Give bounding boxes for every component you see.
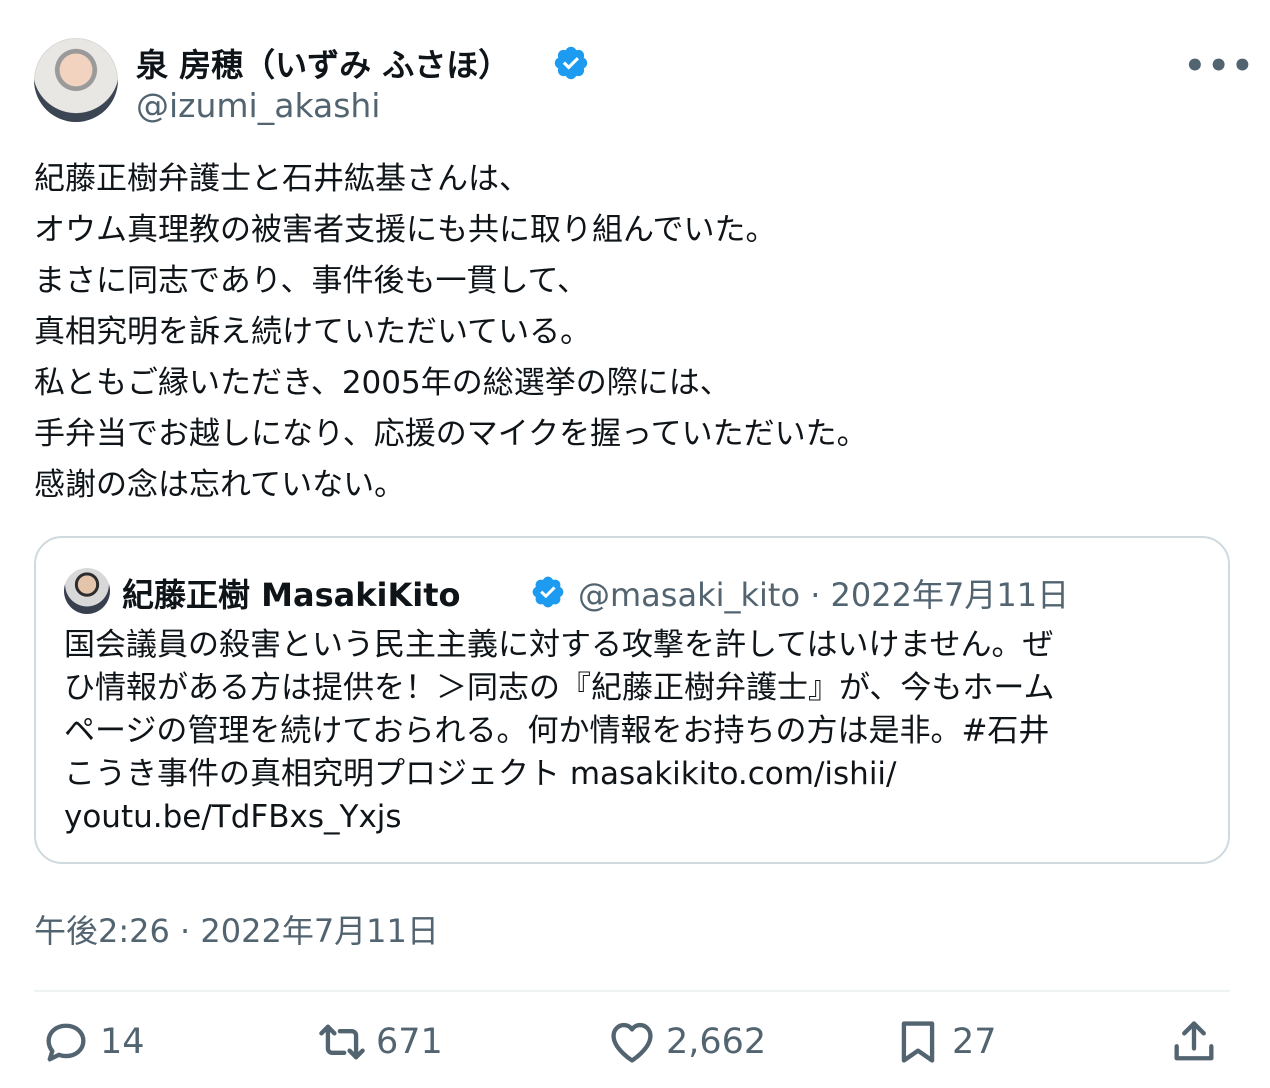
quoted-tweet-text: 国会議員の殺害という民主主義に対する攻撃を許してはいけません。ぜ ひ情報がある方… [64, 627, 1055, 835]
quoted-handle-and-date: @masaki_kito · 2022年7月11日 [578, 576, 1070, 614]
like-count: 2,662 [666, 1022, 767, 1062]
heart-icon [611, 1022, 653, 1063]
verified-badge-icon [554, 46, 588, 80]
quoted-verified-badge-icon [532, 576, 564, 608]
divider [34, 990, 1230, 992]
share-icon [1174, 1021, 1214, 1061]
like-button[interactable]: 2,662 [606, 1010, 766, 1074]
bookmark-icon [901, 1021, 935, 1063]
action-bar: 14 671 2,662 27 [34, 1010, 1230, 1074]
bookmark-count: 27 [952, 1022, 997, 1062]
retweet-icon [319, 1024, 365, 1060]
quoted-tweet-header: 紀藤正樹 MasakiKito @masaki_kito · 2022年7月11… [64, 568, 1204, 614]
tweet-text: 紀藤正樹弁護士と石井紘基さんは、 オウム真理教の被害者支援にも共に取り組んでいた… [34, 161, 868, 503]
share-button[interactable] [1168, 1010, 1220, 1074]
author-handle[interactable]: @izumi_akashi [136, 86, 380, 125]
tweet-header: 泉 房穂（いずみ ふさほ） @izumi_akashi ••• [34, 38, 1253, 128]
retweet-count: 671 [376, 1022, 443, 1062]
more-options-icon[interactable]: ••• [1184, 46, 1255, 86]
retweet-button[interactable]: 671 [316, 1010, 443, 1074]
reply-button[interactable]: 14 [40, 1010, 145, 1074]
author-name[interactable]: 泉 房穂（いずみ ふさほ） [136, 40, 510, 86]
reply-count: 14 [100, 1022, 145, 1062]
bookmark-button[interactable]: 27 [892, 1010, 997, 1074]
reply-icon [46, 1023, 86, 1062]
quoted-author-avatar [64, 568, 110, 614]
quoted-author-name: 紀藤正樹 MasakiKito [122, 576, 461, 614]
tweet-timestamp[interactable]: 午後2:26 · 2022年7月11日 [34, 906, 439, 952]
author-avatar[interactable] [34, 38, 118, 122]
quoted-tweet[interactable]: 紀藤正樹 MasakiKito @masaki_kito · 2022年7月11… [34, 536, 1230, 864]
